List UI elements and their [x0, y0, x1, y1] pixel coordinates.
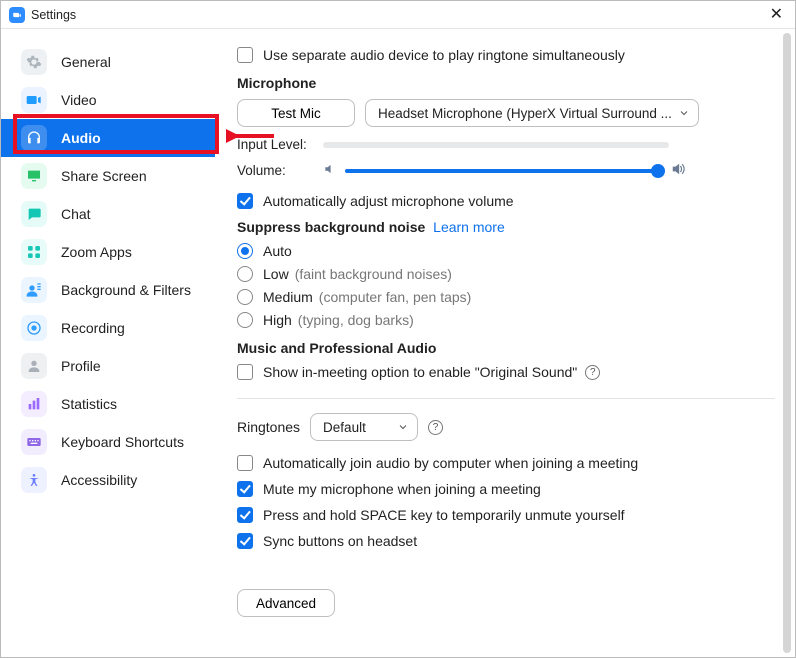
share-screen-icon [21, 163, 47, 189]
app-icon [9, 7, 25, 23]
sidebar-item-label: Statistics [61, 396, 117, 412]
sidebar: General Video Audio Share Screen [1, 29, 215, 657]
checkbox-auto-adjust-mic[interactable]: Automatically adjust microphone volume [237, 193, 775, 209]
sidebar-item-accessibility[interactable]: Accessibility [1, 461, 215, 499]
label: Medium [263, 289, 313, 305]
sidebar-item-general[interactable]: General [1, 43, 215, 81]
checkbox-mute-on-join[interactable]: Mute my microphone when joining a meetin… [237, 481, 775, 497]
volume-slider[interactable] [345, 169, 663, 173]
sidebar-item-label: General [61, 54, 111, 70]
microphone-section-title: Microphone [237, 75, 775, 91]
info-icon[interactable] [585, 365, 600, 380]
label: High [263, 312, 292, 328]
main-panel: Use separate audio device to play ringto… [215, 29, 795, 657]
sidebar-item-label: Background & Filters [61, 282, 191, 298]
divider [237, 398, 775, 399]
sidebar-item-label: Chat [61, 206, 91, 222]
advanced-button[interactable]: Advanced [237, 589, 335, 617]
label: Auto [263, 243, 292, 259]
ringtones-dropdown[interactable]: Default [310, 413, 418, 441]
checkbox-sync-headset[interactable]: Sync buttons on headset [237, 533, 775, 549]
sidebar-item-label: Audio [61, 130, 101, 146]
label: Automatically adjust microphone volume [263, 193, 514, 209]
noise-section-title: Suppress background noise Learn more [237, 219, 775, 235]
close-icon[interactable]: ✕ [766, 7, 787, 23]
chat-icon [21, 201, 47, 227]
label: Low [263, 266, 289, 282]
ringtones-value: Default [323, 420, 366, 435]
keyboard-icon [21, 429, 47, 455]
music-section-title: Music and Professional Audio [237, 340, 775, 356]
sidebar-item-label: Video [61, 92, 97, 108]
sidebar-item-label: Share Screen [61, 168, 147, 184]
chevron-down-icon [397, 421, 409, 436]
hint: (computer fan, pen taps) [319, 289, 472, 305]
headphones-icon [21, 125, 47, 151]
ringtones-label: Ringtones [237, 419, 300, 435]
radio-noise-high[interactable]: High (typing, dog barks) [237, 312, 775, 328]
radio-noise-auto[interactable]: Auto [237, 243, 775, 259]
speaker-low-icon [323, 162, 337, 179]
mic-device-dropdown[interactable]: Headset Microphone (HyperX Virtual Surro… [365, 99, 699, 127]
chevron-down-icon [678, 107, 690, 122]
recording-icon [21, 315, 47, 341]
checkbox-separate-ringtone[interactable]: Use separate audio device to play ringto… [237, 47, 775, 63]
sidebar-item-zoom-apps[interactable]: Zoom Apps [1, 233, 215, 271]
sidebar-item-video[interactable]: Video [1, 81, 215, 119]
apps-icon [21, 239, 47, 265]
hint: (faint background noises) [295, 266, 452, 282]
sidebar-item-profile[interactable]: Profile [1, 347, 215, 385]
radio-noise-medium[interactable]: Medium (computer fan, pen taps) [237, 289, 775, 305]
accessibility-icon [21, 467, 47, 493]
test-mic-button[interactable]: Test Mic [237, 99, 355, 127]
sidebar-item-keyboard-shortcuts[interactable]: Keyboard Shortcuts [1, 423, 215, 461]
sidebar-item-background-filters[interactable]: Background & Filters [1, 271, 215, 309]
window-title: Settings [31, 8, 76, 22]
hint: (typing, dog barks) [298, 312, 414, 328]
volume-label: Volume: [237, 163, 323, 178]
sidebar-item-label: Zoom Apps [61, 244, 132, 260]
sidebar-item-audio[interactable]: Audio [1, 119, 215, 157]
learn-more-link[interactable]: Learn more [433, 219, 505, 235]
label: Mute my microphone when joining a meetin… [263, 481, 541, 497]
sidebar-item-label: Accessibility [61, 472, 137, 488]
label: Show in-meeting option to enable "Origin… [263, 364, 577, 380]
sidebar-item-chat[interactable]: Chat [1, 195, 215, 233]
label: Automatically join audio by computer whe… [263, 455, 638, 471]
background-icon [21, 277, 47, 303]
info-icon[interactable] [428, 420, 443, 435]
mic-device-value: Headset Microphone (HyperX Virtual Surro… [378, 106, 672, 121]
checkbox-auto-join-audio[interactable]: Automatically join audio by computer whe… [237, 455, 775, 471]
label: Sync buttons on headset [263, 533, 417, 549]
gear-icon [21, 49, 47, 75]
scrollbar[interactable] [783, 33, 791, 653]
label: Press and hold SPACE key to temporarily … [263, 507, 625, 523]
sidebar-item-recording[interactable]: Recording [1, 309, 215, 347]
checkbox-original-sound[interactable]: Show in-meeting option to enable "Origin… [237, 364, 775, 380]
label: Use separate audio device to play ringto… [263, 47, 625, 63]
input-level-label: Input Level: [237, 137, 323, 152]
checkbox-space-unmute[interactable]: Press and hold SPACE key to temporarily … [237, 507, 775, 523]
sidebar-item-statistics[interactable]: Statistics [1, 385, 215, 423]
sidebar-item-label: Recording [61, 320, 125, 336]
video-icon [21, 87, 47, 113]
input-level-meter [323, 142, 669, 148]
sidebar-item-share-screen[interactable]: Share Screen [1, 157, 215, 195]
radio-noise-low[interactable]: Low (faint background noises) [237, 266, 775, 282]
sidebar-item-label: Profile [61, 358, 101, 374]
titlebar: Settings ✕ [1, 1, 795, 29]
profile-icon [21, 353, 47, 379]
sidebar-item-label: Keyboard Shortcuts [61, 434, 184, 450]
speaker-high-icon [671, 162, 685, 179]
statistics-icon [21, 391, 47, 417]
